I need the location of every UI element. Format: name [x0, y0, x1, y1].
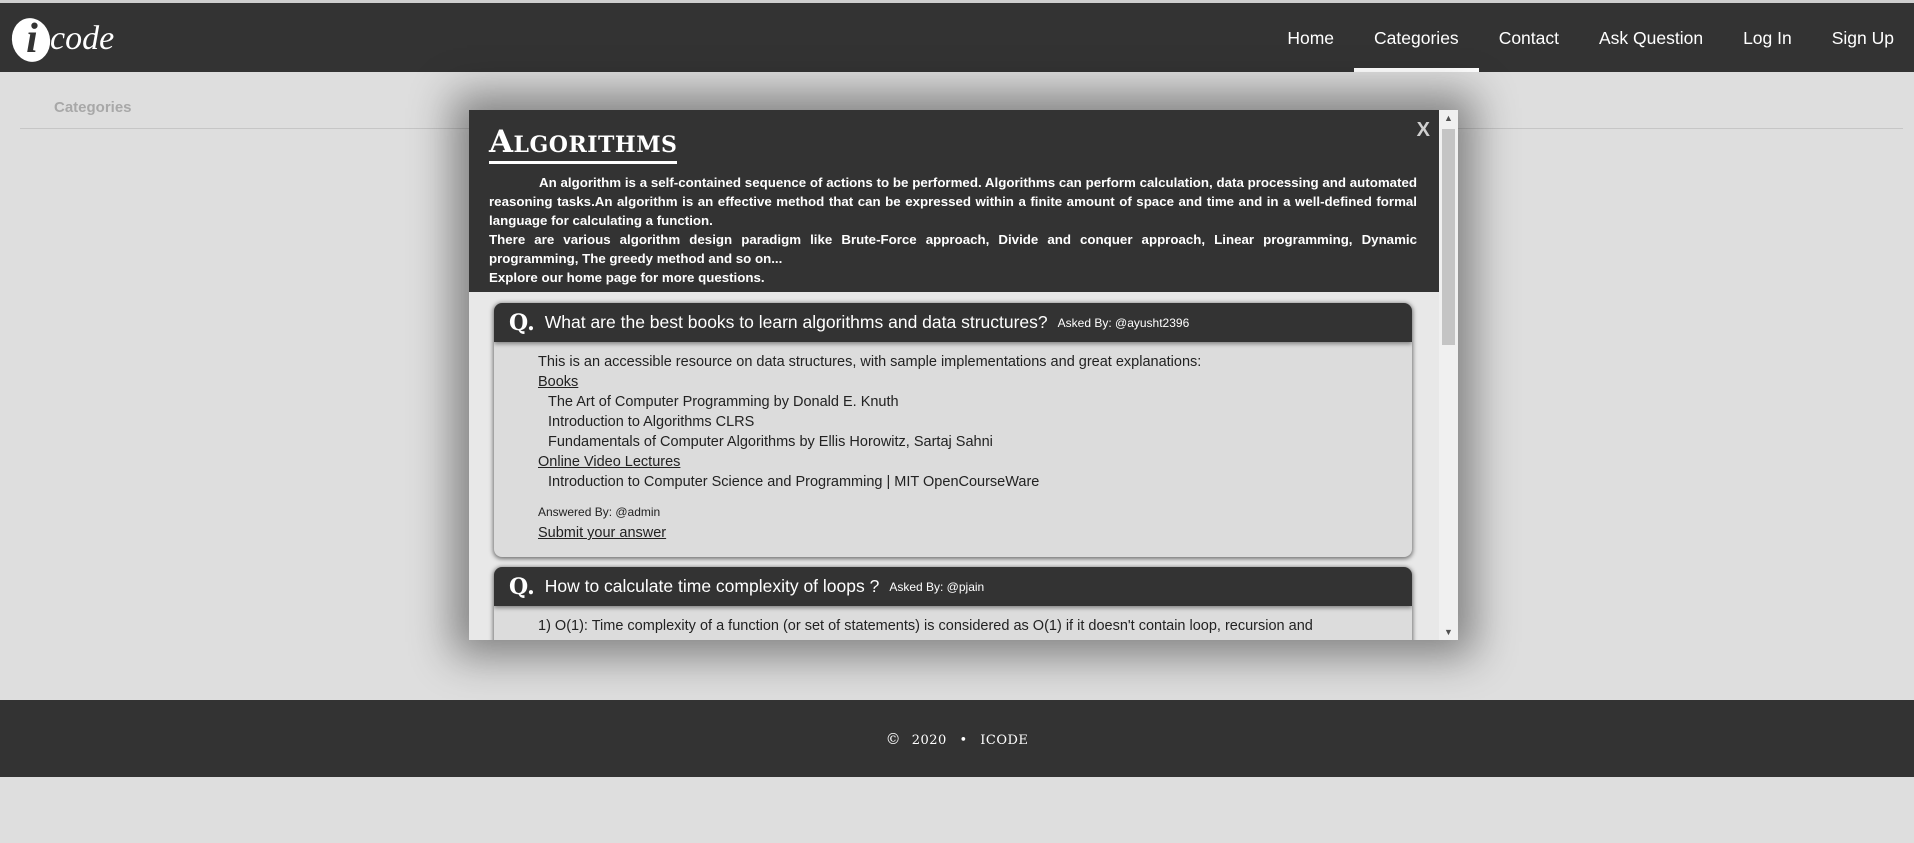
question-title[interactable]: How to calculate time complexity of loop… [545, 576, 880, 597]
answer-body: 1) O(1): Time complexity of a function (… [494, 606, 1412, 640]
submit-answer-link[interactable]: Submit your answer [538, 523, 666, 543]
question-mark-label: Q. [509, 309, 535, 336]
modal-header: Algorithms X An algorithm is a self-cont… [469, 110, 1439, 292]
asked-by: Asked By: @ayusht2396 [1057, 315, 1190, 330]
copyright-icon: © [885, 730, 902, 748]
footer-year: 2020 [911, 733, 947, 748]
video-lectures-link[interactable]: Online Video Lectures [538, 452, 1392, 472]
description-paragraph: Explore our home page for more questions… [489, 270, 765, 285]
answer-intro: This is an accessible resource on data s… [538, 354, 1202, 370]
modal-content: Algorithms X An algorithm is a self-cont… [469, 110, 1439, 640]
breadcrumb: Categories [54, 99, 132, 116]
question-mark-label: Q. [509, 573, 535, 600]
video-item: Introduction to Computer Science and Pro… [548, 474, 1040, 490]
book-item: Fundamentals of Computer Algorithms by E… [548, 434, 993, 450]
footer: © 2020 • ICODE [0, 700, 1914, 777]
logo-text: code [50, 20, 115, 57]
question-header: Q. What are the best books to learn algo… [494, 303, 1412, 342]
question-card: Q. How to calculate time complexity of l… [494, 567, 1412, 640]
category-modal: Algorithms X An algorithm is a self-cont… [469, 110, 1458, 640]
modal-scrollbar[interactable]: ▲ ▼ [1439, 110, 1458, 640]
nav-log-in[interactable]: Log In [1723, 3, 1812, 72]
asked-by: Asked By: @pjain [889, 579, 985, 594]
book-item: Introduction to Algorithms CLRS [548, 414, 755, 430]
nav-contact[interactable]: Contact [1479, 3, 1579, 72]
question-title[interactable]: What are the best books to learn algorit… [545, 312, 1048, 333]
close-button[interactable]: X [1417, 119, 1430, 142]
nav-categories[interactable]: Categories [1354, 3, 1479, 72]
footer-brand: ICODE [980, 733, 1029, 748]
navbar: i code Home Categories Contact Ask Quest… [0, 3, 1914, 72]
scroll-up-arrow-icon[interactable]: ▲ [1439, 110, 1458, 126]
books-link[interactable]: Books [538, 372, 1392, 392]
answer-text: 1) O(1): Time complexity of a function (… [538, 618, 1313, 634]
scroll-down-arrow-icon[interactable]: ▼ [1439, 624, 1458, 640]
question-card: Q. What are the best books to learn algo… [494, 303, 1412, 557]
answered-by: Answered By: @admin [538, 505, 661, 519]
answer-body: This is an accessible resource on data s… [494, 342, 1412, 557]
description-paragraph: An algorithm is a self-contained sequenc… [489, 175, 1417, 228]
nav-sign-up[interactable]: Sign Up [1812, 3, 1914, 72]
question-header: Q. How to calculate time complexity of l… [494, 567, 1412, 606]
book-item: The Art of Computer Programming by Donal… [548, 394, 899, 410]
scrollbar-thumb[interactable] [1442, 129, 1455, 345]
category-description: An algorithm is a self-contained sequenc… [489, 173, 1417, 287]
logo-letter: i [26, 16, 38, 62]
nav-home[interactable]: Home [1267, 3, 1354, 72]
category-title: Algorithms [489, 124, 678, 164]
nav-links: Home Categories Contact Ask Question Log… [1267, 3, 1914, 72]
description-paragraph: There are various algorithm design parad… [489, 232, 1417, 266]
footer-separator: • [959, 733, 968, 748]
nav-ask-question[interactable]: Ask Question [1579, 3, 1723, 72]
